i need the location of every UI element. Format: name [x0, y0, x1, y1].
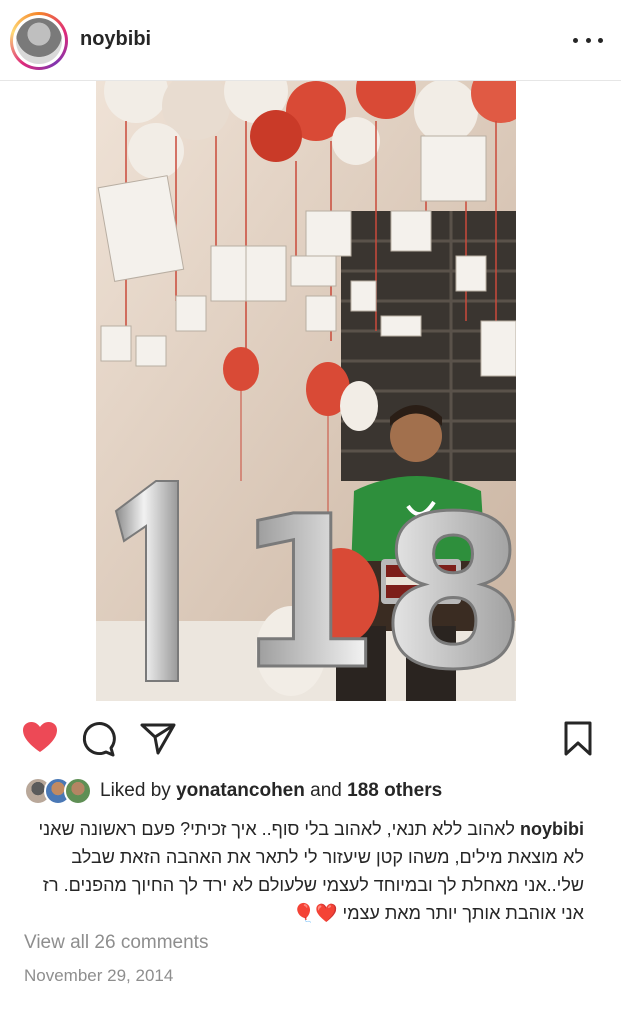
profile-photo	[16, 18, 62, 64]
post-caption: noybibi לאהוב ללא תנאי, לאהוב בלי סוף.. …	[24, 815, 585, 927]
action-bar	[0, 718, 621, 762]
liker-avatars	[24, 777, 92, 805]
comment-icon[interactable]	[78, 718, 118, 758]
caption-username[interactable]: noybibi	[520, 819, 584, 839]
likes-and: and	[310, 780, 342, 801]
likes-text[interactable]: Liked by yonatancohen and 188 others	[100, 780, 442, 802]
caption-text: לאהוב ללא תנאי, לאהוב בלי סוף.. איך זכית…	[38, 819, 585, 923]
more-options-icon[interactable]	[573, 30, 603, 50]
likes-summary[interactable]: Liked by yonatancohen and 188 others	[24, 776, 442, 806]
username-link[interactable]: noybibi	[80, 28, 151, 51]
post-image[interactable]: 18	[96, 81, 516, 701]
liker-username[interactable]: yonatancohen	[176, 780, 305, 801]
likes-prefix: Liked by	[100, 780, 171, 801]
bookmark-icon[interactable]	[558, 718, 598, 758]
avatar[interactable]	[10, 12, 68, 70]
heart-filled-icon[interactable]	[20, 718, 60, 758]
post-date: November 29, 2014	[24, 966, 174, 985]
likes-others[interactable]: 188 others	[347, 780, 442, 801]
post-header: noybibi	[0, 0, 621, 81]
balloon-number: 18	[234, 471, 516, 701]
view-comments-link[interactable]: View all 26 comments	[24, 932, 208, 954]
avatar	[64, 777, 92, 805]
send-icon[interactable]	[138, 718, 178, 758]
